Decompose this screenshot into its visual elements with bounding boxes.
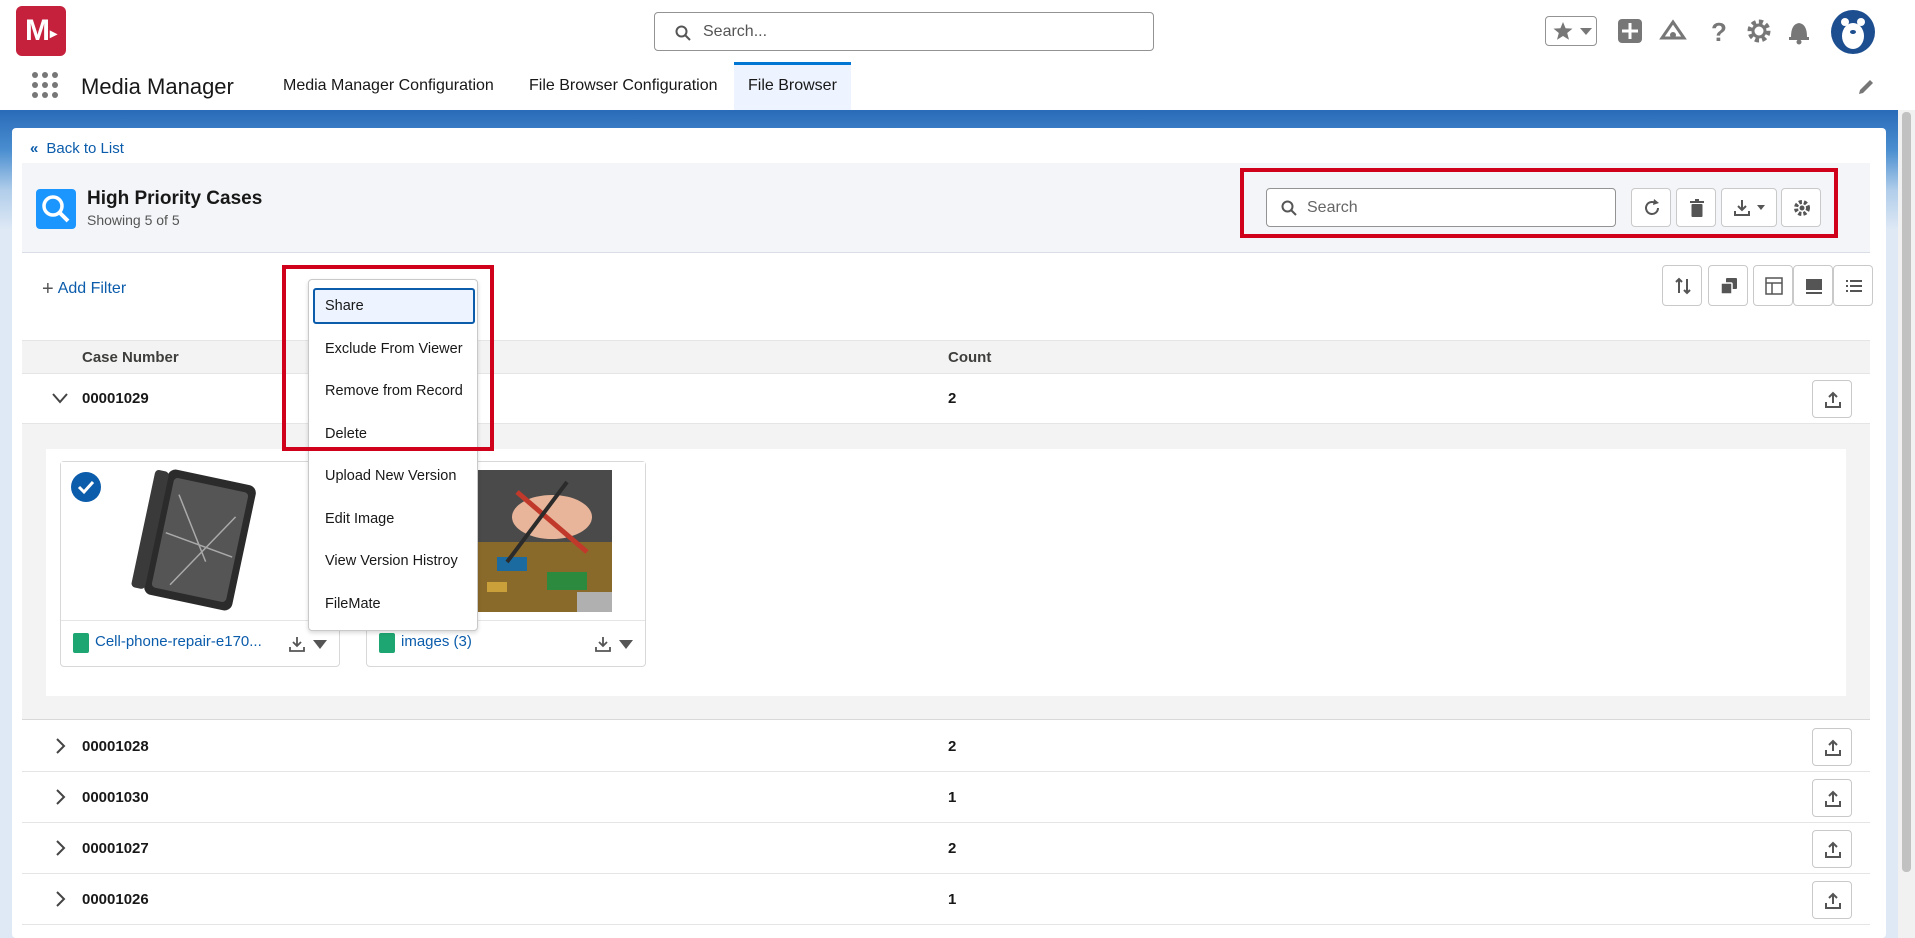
caret-down-icon[interactable] bbox=[619, 640, 633, 650]
case-number: 00001030 bbox=[82, 789, 149, 806]
tile-view-button[interactable] bbox=[1793, 265, 1833, 306]
scrollbar-thumb[interactable] bbox=[1902, 112, 1911, 872]
bell-icon[interactable] bbox=[1784, 16, 1814, 46]
upload-icon bbox=[1825, 790, 1841, 807]
list-view-button[interactable] bbox=[1833, 265, 1873, 306]
gear-icon[interactable] bbox=[1744, 16, 1774, 46]
tile-view-icon bbox=[1806, 279, 1822, 294]
plus-icon: + bbox=[42, 278, 54, 300]
file-count: 1 bbox=[948, 891, 957, 908]
chevron-right-icon[interactable] bbox=[52, 789, 68, 805]
file-count: 2 bbox=[948, 390, 957, 407]
global-search-placeholder: Search... bbox=[703, 23, 768, 40]
search-icon bbox=[42, 195, 70, 223]
file-name-link[interactable]: images (3) bbox=[401, 633, 472, 650]
sort-icon bbox=[1675, 277, 1691, 295]
list-icon bbox=[36, 189, 76, 229]
user-avatar-icon bbox=[1833, 12, 1873, 52]
back-to-list-link[interactable]: « Back to List bbox=[30, 140, 124, 157]
svg-text:?: ? bbox=[1711, 17, 1727, 46]
menu-item-view-version-history[interactable]: View Version Histroy bbox=[325, 553, 458, 569]
search-icon bbox=[675, 25, 691, 41]
tab-file-browser-configuration[interactable]: File Browser Configuration bbox=[515, 62, 732, 110]
menu-item-upload-new-version[interactable]: Upload New Version bbox=[325, 468, 456, 484]
chevron-down-icon bbox=[1580, 28, 1592, 35]
group-button[interactable] bbox=[1708, 265, 1748, 306]
double-chevron-left-icon: « bbox=[30, 140, 39, 157]
download-icon[interactable] bbox=[289, 636, 305, 652]
image-file-icon bbox=[379, 633, 395, 653]
table-row[interactable]: 00001026 1 bbox=[22, 875, 1870, 925]
tab-media-manager-configuration[interactable]: Media Manager Configuration bbox=[269, 62, 508, 110]
chevron-right-icon[interactable] bbox=[52, 840, 68, 856]
global-search-input[interactable]: Search... bbox=[654, 12, 1154, 51]
table-settings-button[interactable] bbox=[1753, 265, 1793, 306]
pencil-icon[interactable] bbox=[1857, 78, 1875, 96]
file-count: 2 bbox=[948, 738, 957, 755]
logo-text: M bbox=[24, 14, 50, 47]
upload-button[interactable] bbox=[1812, 728, 1852, 766]
file-count: 1 bbox=[948, 789, 957, 806]
menu-highlight-box bbox=[282, 265, 494, 451]
list-icon bbox=[1846, 280, 1862, 292]
app-name: Media Manager bbox=[81, 74, 234, 99]
menu-item-filemate[interactable]: FileMate bbox=[325, 596, 381, 612]
case-number: 00001029 bbox=[82, 390, 149, 407]
menu-item-edit-image[interactable]: Edit Image bbox=[325, 511, 394, 527]
file-count: 2 bbox=[948, 840, 957, 857]
add-filter-label: Add Filter bbox=[57, 280, 127, 297]
chevron-right-icon[interactable] bbox=[52, 891, 68, 907]
list-subtitle: Showing 5 of 5 bbox=[87, 212, 180, 228]
logo-mark-icon: ▸ bbox=[49, 25, 58, 41]
column-header-count[interactable]: Count bbox=[948, 349, 991, 366]
avatar[interactable] bbox=[1831, 10, 1875, 54]
table-row[interactable]: 00001027 2 bbox=[22, 824, 1870, 874]
case-number: 00001026 bbox=[82, 891, 149, 908]
upload-button[interactable] bbox=[1812, 779, 1852, 817]
file-name-link[interactable]: Cell-phone-repair-e170... bbox=[95, 633, 262, 650]
file-card-footer: Cell-phone-repair-e170... bbox=[61, 620, 339, 666]
tab-file-browser[interactable]: File Browser bbox=[734, 62, 851, 110]
upload-icon bbox=[1825, 841, 1841, 858]
upload-icon bbox=[1825, 892, 1841, 909]
toolbar-highlight-box bbox=[1240, 168, 1838, 238]
download-icon[interactable] bbox=[595, 636, 611, 652]
app-launcher-icon[interactable] bbox=[30, 70, 60, 100]
help-icon[interactable]: ? bbox=[1702, 16, 1732, 46]
add-icon[interactable] bbox=[1615, 16, 1645, 46]
table-row[interactable]: 00001030 1 bbox=[22, 773, 1870, 823]
upload-icon bbox=[1825, 391, 1841, 408]
app-navigation-bar: Media Manager Media Manager Configuratio… bbox=[0, 62, 1915, 110]
file-thumbnail-phone bbox=[61, 462, 339, 620]
column-header-case-number[interactable]: Case Number bbox=[82, 349, 179, 366]
back-link-label: Back to List bbox=[46, 140, 124, 157]
table-settings-icon bbox=[1765, 277, 1783, 295]
upload-button[interactable] bbox=[1812, 881, 1852, 919]
table-row[interactable]: 00001028 2 bbox=[22, 722, 1870, 772]
star-icon bbox=[1553, 22, 1573, 40]
sort-button[interactable] bbox=[1662, 265, 1702, 306]
upload-button[interactable] bbox=[1812, 380, 1852, 418]
upload-icon bbox=[1825, 739, 1841, 756]
global-header: M▸ Search... ? bbox=[0, 0, 1915, 62]
add-filter-button[interactable]: + Add Filter bbox=[42, 276, 127, 300]
chevron-down-icon[interactable] bbox=[52, 390, 68, 406]
caret-down-icon[interactable] bbox=[313, 640, 327, 650]
case-number: 00001028 bbox=[82, 738, 149, 755]
image-file-icon bbox=[73, 633, 89, 653]
checkmark-icon bbox=[77, 480, 95, 495]
selected-check-icon[interactable] bbox=[71, 472, 101, 502]
trailhead-icon[interactable] bbox=[1658, 16, 1688, 46]
list-title: High Priority Cases bbox=[87, 188, 263, 209]
favorites-button[interactable] bbox=[1545, 16, 1597, 46]
case-number: 00001027 bbox=[82, 840, 149, 857]
file-card[interactable]: Cell-phone-repair-e170... bbox=[60, 461, 340, 667]
app-logo[interactable]: M▸ bbox=[16, 6, 66, 56]
copy-icon bbox=[1720, 278, 1737, 295]
upload-button[interactable] bbox=[1812, 830, 1852, 868]
chevron-right-icon[interactable] bbox=[52, 738, 68, 754]
